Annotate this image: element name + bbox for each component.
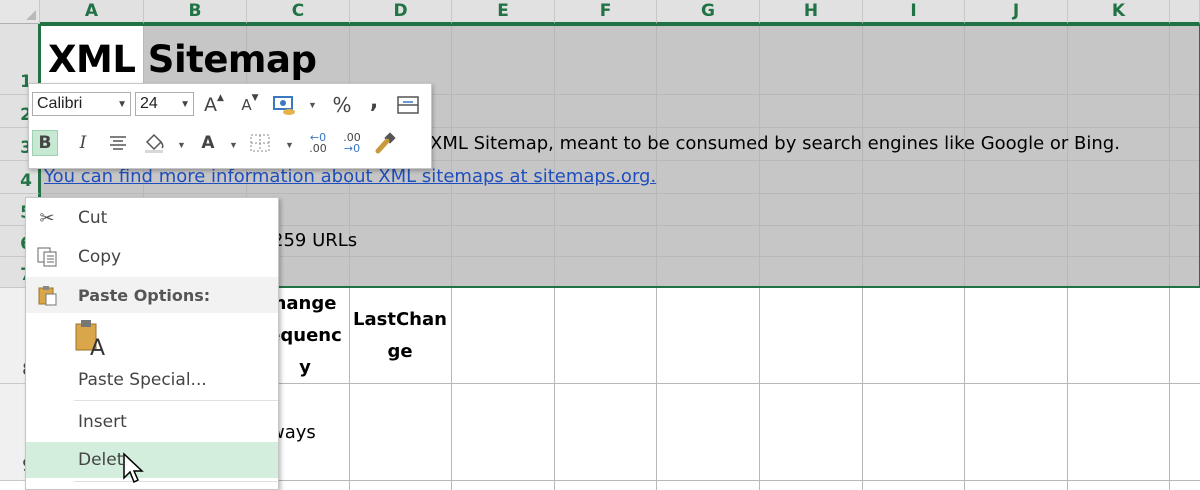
increase-decimal-button[interactable]: ←0 .00 bbox=[303, 130, 333, 156]
url-count-text: 259 URLs bbox=[272, 230, 358, 251]
fill-color-button[interactable] bbox=[141, 130, 167, 156]
sheet-title: XML Sitemap bbox=[48, 38, 317, 81]
scissors-icon: ✂ bbox=[39, 207, 55, 229]
font-name-box[interactable]: Calibri ▼ bbox=[32, 92, 131, 116]
menu-item-label: Delet bbox=[78, 450, 124, 470]
menu-item-paste-special[interactable]: Paste Special... bbox=[26, 362, 278, 398]
menu-item-cut[interactable]: ✂ Cut bbox=[26, 200, 278, 236]
lastchange-header: LastChan ge bbox=[353, 309, 447, 362]
column-header-b[interactable]: B bbox=[144, 0, 247, 24]
svg-text:A: A bbox=[90, 336, 105, 358]
borders-icon bbox=[250, 134, 270, 152]
menu-item-label: Paste Special... bbox=[78, 370, 207, 390]
context-menu: ✂ Cut Copy Paste Options: A Paste Specia… bbox=[25, 197, 279, 490]
chevron-down-icon[interactable]: ▼ bbox=[180, 99, 190, 110]
font-color-button[interactable]: A bbox=[195, 130, 221, 156]
menu-separator bbox=[74, 481, 278, 482]
chevron-down-icon[interactable]: ▼ bbox=[308, 100, 317, 110]
paste-options-label: Paste Options: bbox=[78, 285, 211, 305]
menu-item-label: Insert bbox=[78, 412, 127, 432]
grow-font-button[interactable]: A ▲ bbox=[201, 92, 227, 118]
column-header-f[interactable]: F bbox=[555, 0, 657, 24]
column-header-j[interactable]: J bbox=[965, 0, 1068, 24]
menu-item-copy[interactable]: Copy bbox=[26, 239, 278, 275]
borders-button[interactable] bbox=[247, 130, 273, 156]
column-header-d[interactable]: D bbox=[350, 0, 452, 24]
column-header-g[interactable]: G bbox=[657, 0, 760, 24]
italic-button[interactable]: I bbox=[70, 130, 96, 156]
number-format-button[interactable] bbox=[271, 92, 297, 118]
column-header-e[interactable]: E bbox=[452, 0, 555, 24]
mouse-pointer-icon bbox=[123, 452, 144, 484]
caret-up-icon: ▲ bbox=[217, 93, 224, 103]
column-header-i[interactable]: I bbox=[863, 0, 965, 24]
font-size-value: 24 bbox=[140, 95, 158, 112]
shrink-font-icon: A bbox=[241, 96, 252, 114]
column-header-k[interactable]: K bbox=[1068, 0, 1170, 24]
comma-style-button[interactable]: , bbox=[361, 88, 387, 114]
align-center-icon bbox=[110, 136, 126, 150]
format-painter-button[interactable] bbox=[373, 130, 399, 156]
paste-options-header: Paste Options: bbox=[26, 277, 278, 313]
chevron-down-icon[interactable]: ▼ bbox=[177, 140, 186, 150]
menu-item-delete[interactable]: Delet bbox=[26, 442, 278, 478]
column-header-l[interactable] bbox=[1170, 0, 1200, 24]
shrink-font-button[interactable]: A ▼ bbox=[237, 92, 263, 118]
format-painter-table-button[interactable] bbox=[395, 92, 421, 118]
chevron-down-icon[interactable]: ▼ bbox=[229, 140, 238, 150]
bold-button[interactable]: B bbox=[32, 130, 58, 156]
column-header-h[interactable]: H bbox=[760, 0, 863, 24]
align-center-button[interactable] bbox=[105, 130, 131, 156]
font-size-box[interactable]: 24 ▼ bbox=[135, 92, 194, 116]
accounting-format-icon bbox=[273, 96, 295, 115]
format-painter-icon bbox=[375, 132, 396, 154]
paste-keep-text-only-button[interactable]: A bbox=[74, 318, 110, 361]
paint-bucket-icon bbox=[145, 133, 164, 153]
paste-text-only-icon: A bbox=[75, 320, 105, 361]
decrease-decimal-button[interactable]: .00 →0 bbox=[337, 130, 367, 156]
grow-font-icon: A bbox=[204, 94, 218, 116]
menu-separator bbox=[74, 400, 278, 401]
description-text: XML Sitemap, meant to be consumed by sea… bbox=[430, 133, 1120, 154]
wrap-columns-icon bbox=[397, 96, 419, 114]
column-header-a[interactable]: A bbox=[40, 0, 144, 24]
copy-icon bbox=[34, 245, 60, 269]
chevron-down-icon[interactable]: ▼ bbox=[117, 99, 127, 110]
menu-item-label: Copy bbox=[78, 247, 122, 267]
caret-down-icon: ▼ bbox=[251, 93, 259, 103]
menu-item-label: Cut bbox=[78, 208, 108, 228]
select-all-triangle bbox=[26, 10, 36, 20]
sitemaps-link[interactable]: You can find more information about XML … bbox=[44, 166, 656, 187]
chevron-down-icon[interactable]: ▼ bbox=[285, 140, 294, 150]
arrow-right-icon: →0 bbox=[343, 142, 361, 155]
percent-style-button[interactable]: % bbox=[329, 92, 355, 118]
mini-toolbar: Calibri ▼ 24 ▼ A ▲ A ▼ ▼ % , B I ▼ A ▼ ▼ ←… bbox=[28, 83, 432, 169]
font-name-value: Calibri bbox=[37, 95, 83, 112]
menu-item-insert[interactable]: Insert bbox=[26, 404, 278, 440]
column-header-c[interactable]: C bbox=[247, 0, 350, 24]
select-all-corner[interactable] bbox=[0, 0, 40, 24]
increase-decimal-label: .00 bbox=[309, 142, 327, 155]
clipboard-icon bbox=[34, 283, 60, 307]
